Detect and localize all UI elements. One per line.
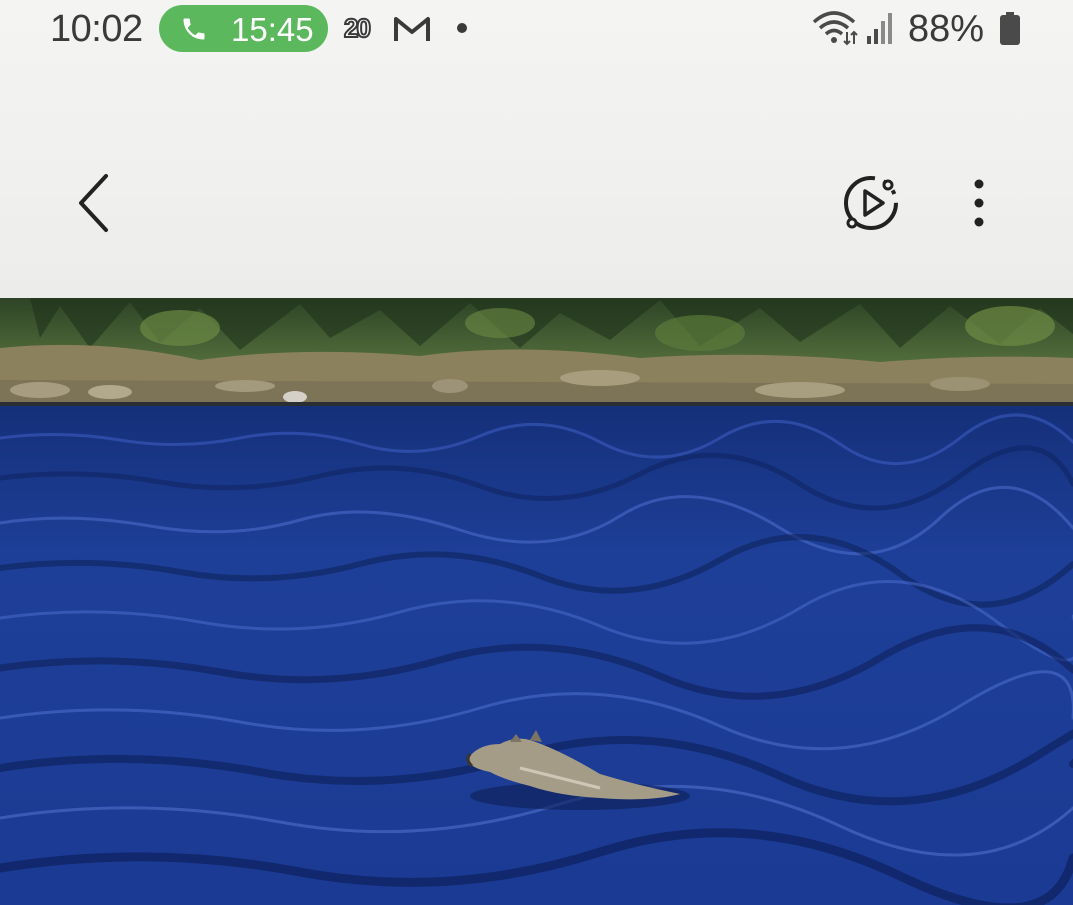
back-arrow-icon[interactable] — [72, 172, 116, 234]
more-options-icon[interactable] — [962, 174, 996, 232]
battery-percent: 88% — [908, 8, 985, 50]
top-bar: 10:02 15:45 20 88% — [0, 0, 1073, 298]
notification-20-icon: 20 — [343, 12, 384, 44]
phone-icon — [183, 18, 205, 40]
lake-photo — [0, 298, 1073, 905]
more-notifications-dot — [457, 23, 467, 33]
call-duration: 15:45 — [231, 11, 314, 48]
notification-badge-number: 20 — [343, 12, 372, 44]
status-time: 10:02 — [50, 8, 143, 50]
gmail-icon — [394, 17, 430, 41]
photo-view[interactable] — [0, 298, 1073, 905]
wifi-icon — [812, 11, 858, 46]
signal-icon — [867, 13, 892, 44]
ongoing-call-chip[interactable]: 15:45 — [159, 5, 328, 52]
battery-icon — [1000, 12, 1020, 45]
motion-photo-play-icon[interactable] — [840, 172, 902, 234]
